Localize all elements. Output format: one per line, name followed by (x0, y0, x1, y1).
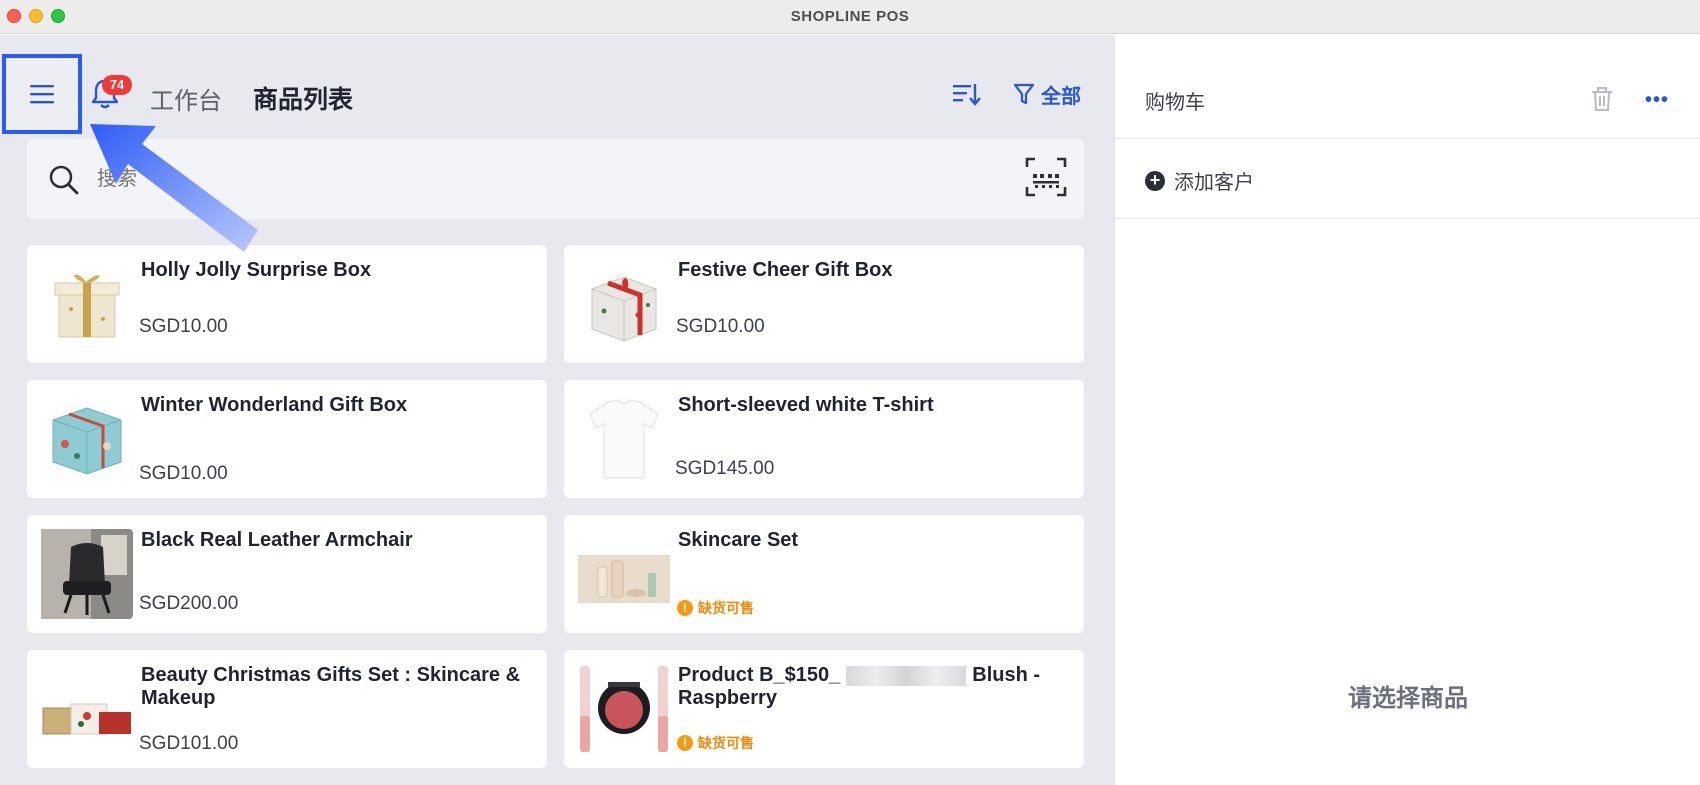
filter-label: 全部 (1041, 85, 1081, 108)
more-options-button[interactable]: ••• (1645, 89, 1669, 112)
product-name: Festive Cheer Gift Box (678, 259, 893, 281)
product-name: Beauty Christmas Gifts Set : Skincare & … (141, 664, 521, 709)
skincare-set-image (578, 555, 670, 603)
status-label: 缺货可售 (698, 735, 754, 751)
cart-pane: 购物车 ••• + 添加客户 请选择商品 (1114, 35, 1700, 785)
gift-box-red-ribbon-image (591, 276, 657, 342)
product-price: SGD10.00 (676, 316, 765, 337)
warning-icon: ! (677, 735, 693, 751)
window-titlebar: SHOPLINE POS (0, 0, 1700, 34)
blush-compact-image (580, 666, 668, 752)
product-card[interactable]: Skincare Set ! 缺货可售 (564, 515, 1084, 633)
divider (1115, 218, 1700, 219)
product-name-prefix: Product B_$150_ (678, 664, 841, 686)
out-of-stock-status: ! 缺货可售 (677, 598, 754, 618)
search-icon (49, 165, 79, 195)
add-customer-button[interactable]: + 添加客户 (1145, 166, 1254, 195)
product-card[interactable]: Festive Cheer Gift Box SGD10.00 (564, 245, 1084, 363)
menu-button[interactable] (2, 54, 82, 134)
warning-icon: ! (677, 600, 693, 616)
leather-armchair-image (41, 529, 133, 619)
product-name: Holly Jolly Surprise Box (141, 259, 372, 281)
cart-empty-message: 请选择商品 (1348, 685, 1468, 712)
tab-product-list[interactable]: 商品列表 (253, 80, 353, 116)
product-name: Product B_$150_ Blush - Raspberry (678, 664, 1058, 710)
status-label: 缺货可售 (698, 600, 754, 616)
product-card[interactable]: Holly Jolly Surprise Box SGD10.00 (27, 245, 547, 363)
product-card[interactable]: Beauty Christmas Gifts Set : Skincare & … (27, 650, 547, 768)
product-list-pane: 74 工作台 商品列表 全部 搜索 Holly Jolly Surprise B… (0, 35, 1114, 785)
product-price: SGD10.00 (139, 316, 228, 337)
sort-icon[interactable] (951, 79, 981, 109)
product-name: Black Real Leather Armchair (141, 529, 413, 551)
product-card[interactable]: Product B_$150_ Blush - Raspberry ! 缺货可售 (564, 650, 1084, 768)
cart-title: 购物车 (1145, 92, 1205, 114)
gift-box-blue-image (52, 407, 122, 475)
product-card[interactable]: Short-sleeved white T-shirt SGD145.00 (564, 380, 1084, 498)
product-name: Skincare Set (678, 529, 799, 551)
filter-button[interactable]: 全部 (1013, 79, 1081, 109)
product-price: SGD10.00 (139, 463, 228, 484)
top-navigation: 74 工作台 商品列表 全部 (0, 35, 1114, 135)
add-customer-label: 添加客户 (1174, 172, 1254, 194)
christmas-gift-set-image (42, 703, 131, 735)
plus-circle-icon: + (1145, 170, 1165, 191)
out-of-stock-status: ! 缺货可售 (677, 733, 754, 753)
product-name: Short-sleeved white T-shirt (678, 394, 934, 416)
product-card[interactable]: Winter Wonderland Gift Box SGD10.00 (27, 380, 547, 498)
trash-icon[interactable] (1589, 85, 1615, 113)
product-price: SGD101.00 (139, 733, 239, 754)
product-price: SGD200.00 (139, 593, 239, 614)
window-title: SHOPLINE POS (790, 8, 910, 25)
search-bar (27, 139, 1084, 219)
gift-box-gold-ribbon-image (54, 274, 120, 338)
filter-icon (1013, 83, 1035, 105)
cart-header: 购物车 ••• (1115, 35, 1700, 139)
redacted-text (846, 665, 967, 686)
white-tshirt-image (589, 399, 659, 479)
notification-badge: 74 (102, 75, 132, 95)
tab-workbench[interactable]: 工作台 (150, 81, 222, 116)
search-input[interactable] (97, 159, 997, 199)
product-price: SGD145.00 (675, 458, 775, 479)
barcode-scan-icon[interactable] (1025, 157, 1067, 197)
product-name: Winter Wonderland Gift Box (141, 394, 408, 416)
product-card[interactable]: Black Real Leather Armchair SGD200.00 (27, 515, 547, 633)
hamburger-icon (30, 85, 54, 104)
